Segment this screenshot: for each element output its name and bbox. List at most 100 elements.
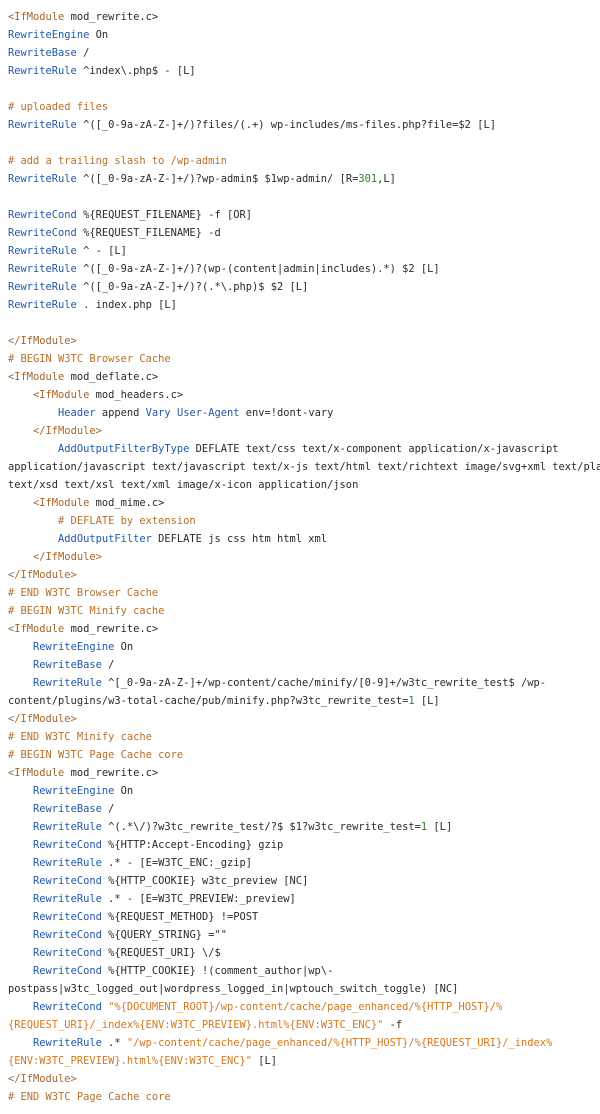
code-line: # uploaded files — [8, 98, 600, 116]
code-text: %{HTTP_COOKIE} !(comment_author|wp\- — [101, 965, 334, 977]
number-literal: 301 — [358, 173, 378, 185]
code-line: RewriteRule ^(.*\/)?w3tc_rewrite_test/?$… — [8, 818, 600, 836]
directive-keyword: RewriteCond — [33, 839, 102, 851]
code-text: On — [89, 29, 109, 41]
directive-keyword: RewriteRule — [8, 281, 77, 293]
directive-tag: <IfModule — [8, 371, 65, 383]
code-text: . index.php [L] — [76, 299, 177, 311]
code-line: RewriteBase / — [8, 800, 600, 818]
code-line: RewriteCond %{REQUEST_URI} \/$ — [8, 944, 600, 962]
code-line: RewriteCond %{REQUEST_FILENAME} -f [OR] — [8, 206, 600, 224]
code-text: ^([_0-9a-zA-Z-]+/)?wp-admin$ $1wp-admin/… — [76, 173, 359, 185]
code-text: env=!dont-vary — [239, 407, 334, 419]
code-line: <IfModule mod_deflate.c> — [8, 368, 600, 386]
code-text: ^[_0-9a-zA-Z-]+/wp-content/cache/minify/… — [101, 677, 547, 689]
directive-keyword: RewriteCond — [8, 227, 77, 239]
code-line: RewriteRule ^index\.php$ - [L] — [8, 62, 600, 80]
directive-tag: </IfModule> — [8, 1073, 77, 1085]
code-text: ^ - [L] — [76, 245, 127, 257]
code-text: [L] — [414, 695, 440, 707]
string-literal: {REQUEST_URI}/_index%{ENV:W3TC_PREVIEW}.… — [8, 1019, 384, 1031]
directive-tag: <IfModule — [33, 389, 90, 401]
directive-keyword: Header — [58, 407, 96, 419]
code-line: postpass|w3tc_logged_out|wordpress_logge… — [8, 980, 600, 998]
directive-tag: </IfModule> — [8, 335, 77, 347]
code-line: RewriteRule .* - [E=W3TC_ENC:_gzip] — [8, 854, 600, 872]
directive-keyword: RewriteEngine — [8, 29, 90, 41]
directive-keyword: RewriteCond — [33, 875, 102, 887]
code-text: append — [95, 407, 146, 419]
comment-text: # BEGIN W3TC Browser Cache — [8, 353, 171, 365]
comment-text: # END W3TC Browser Cache — [8, 587, 159, 599]
code-line: </IfModule> — [8, 710, 600, 728]
directive-keyword: RewriteBase — [8, 47, 77, 59]
directive-tag: <IfModule — [8, 767, 65, 779]
code-line: RewriteRule . index.php [L] — [8, 296, 600, 314]
code-line: RewriteCond %{HTTP_COOKIE} w3tc_preview … — [8, 872, 600, 890]
code-line: # END W3TC Minify cache — [8, 728, 600, 746]
code-line: <IfModule mod_rewrite.c> — [8, 620, 600, 638]
code-text: / — [101, 659, 115, 671]
code-text: mod_rewrite.c> — [64, 767, 159, 779]
code-text: %{REQUEST_URI} \/$ — [101, 947, 221, 959]
code-text: mod_rewrite.c> — [64, 623, 159, 635]
code-line: RewriteCond %{QUERY_STRING} ="" — [8, 926, 600, 944]
directive-keyword: RewriteCond — [33, 911, 102, 923]
directive-keyword: RewriteCond — [33, 1001, 102, 1013]
code-line: RewriteRule ^ - [L] — [8, 242, 600, 260]
directive-keyword: RewriteRule — [8, 119, 77, 131]
code-line: application/javascript text/javascript t… — [8, 458, 600, 476]
directive-keyword: RewriteEngine — [33, 785, 115, 797]
code-text: %{REQUEST_METHOD} !=POST — [101, 911, 259, 923]
code-line: RewriteEngine On — [8, 638, 600, 656]
code-text: %{QUERY_STRING} ="" — [101, 929, 227, 941]
comment-text: # DEFLATE by extension — [58, 515, 196, 527]
code-text: .* - [E=W3TC_PREVIEW:_preview] — [101, 893, 296, 905]
code-text: -f — [383, 1019, 403, 1031]
comment-text: # END W3TC Minify cache — [8, 731, 152, 743]
code-line: RewriteRule .* "/wp-content/cache/page_e… — [8, 1034, 600, 1052]
directive-keyword: AddOutputFilter — [58, 533, 152, 545]
code-text: .* — [101, 1037, 127, 1049]
code-text: %{HTTP:Accept-Encoding} gzip — [101, 839, 284, 851]
code-line: Header append Vary User-Agent env=!dont-… — [8, 404, 600, 422]
code-line: {ENV:W3TC_PREVIEW}.html%{ENV:W3TC_ENC}" … — [8, 1052, 600, 1070]
code-text: / — [101, 803, 115, 815]
code-line: </IfModule> — [8, 422, 600, 440]
code-text: ,L] — [377, 173, 396, 185]
code-line: RewriteRule ^([_0-9a-zA-Z-]+/)?(wp-(cont… — [8, 260, 600, 278]
code-line: AddOutputFilter DEFLATE js css htm html … — [8, 530, 600, 548]
directive-keyword: RewriteRule — [8, 173, 77, 185]
code-line: <IfModule mod_mime.c> — [8, 494, 600, 512]
code-line: RewriteCond %{REQUEST_FILENAME} -d — [8, 224, 600, 242]
code-line: RewriteRule ^([_0-9a-zA-Z-]+/)?wp-admin$… — [8, 170, 600, 188]
code-text: %{REQUEST_FILENAME} -d — [76, 227, 221, 239]
code-line: content/plugins/w3-total-cache/pub/minif… — [8, 692, 600, 710]
string-literal: "/wp-content/cache/page_enhanced/%{HTTP_… — [126, 1037, 553, 1049]
code-line: </IfModule> — [8, 566, 600, 584]
code-text: mod_headers.c> — [89, 389, 184, 401]
code-text: [L] — [427, 821, 453, 833]
comment-text: # BEGIN W3TC Minify cache — [8, 605, 165, 617]
code-line: RewriteEngine On — [8, 782, 600, 800]
directive-keyword: RewriteCond — [33, 965, 102, 977]
code-text: ^([_0-9a-zA-Z-]+/)?(wp-(content|admin|in… — [76, 263, 440, 275]
directive-keyword: RewriteRule — [33, 677, 102, 689]
directive-tag: <IfModule — [8, 623, 65, 635]
